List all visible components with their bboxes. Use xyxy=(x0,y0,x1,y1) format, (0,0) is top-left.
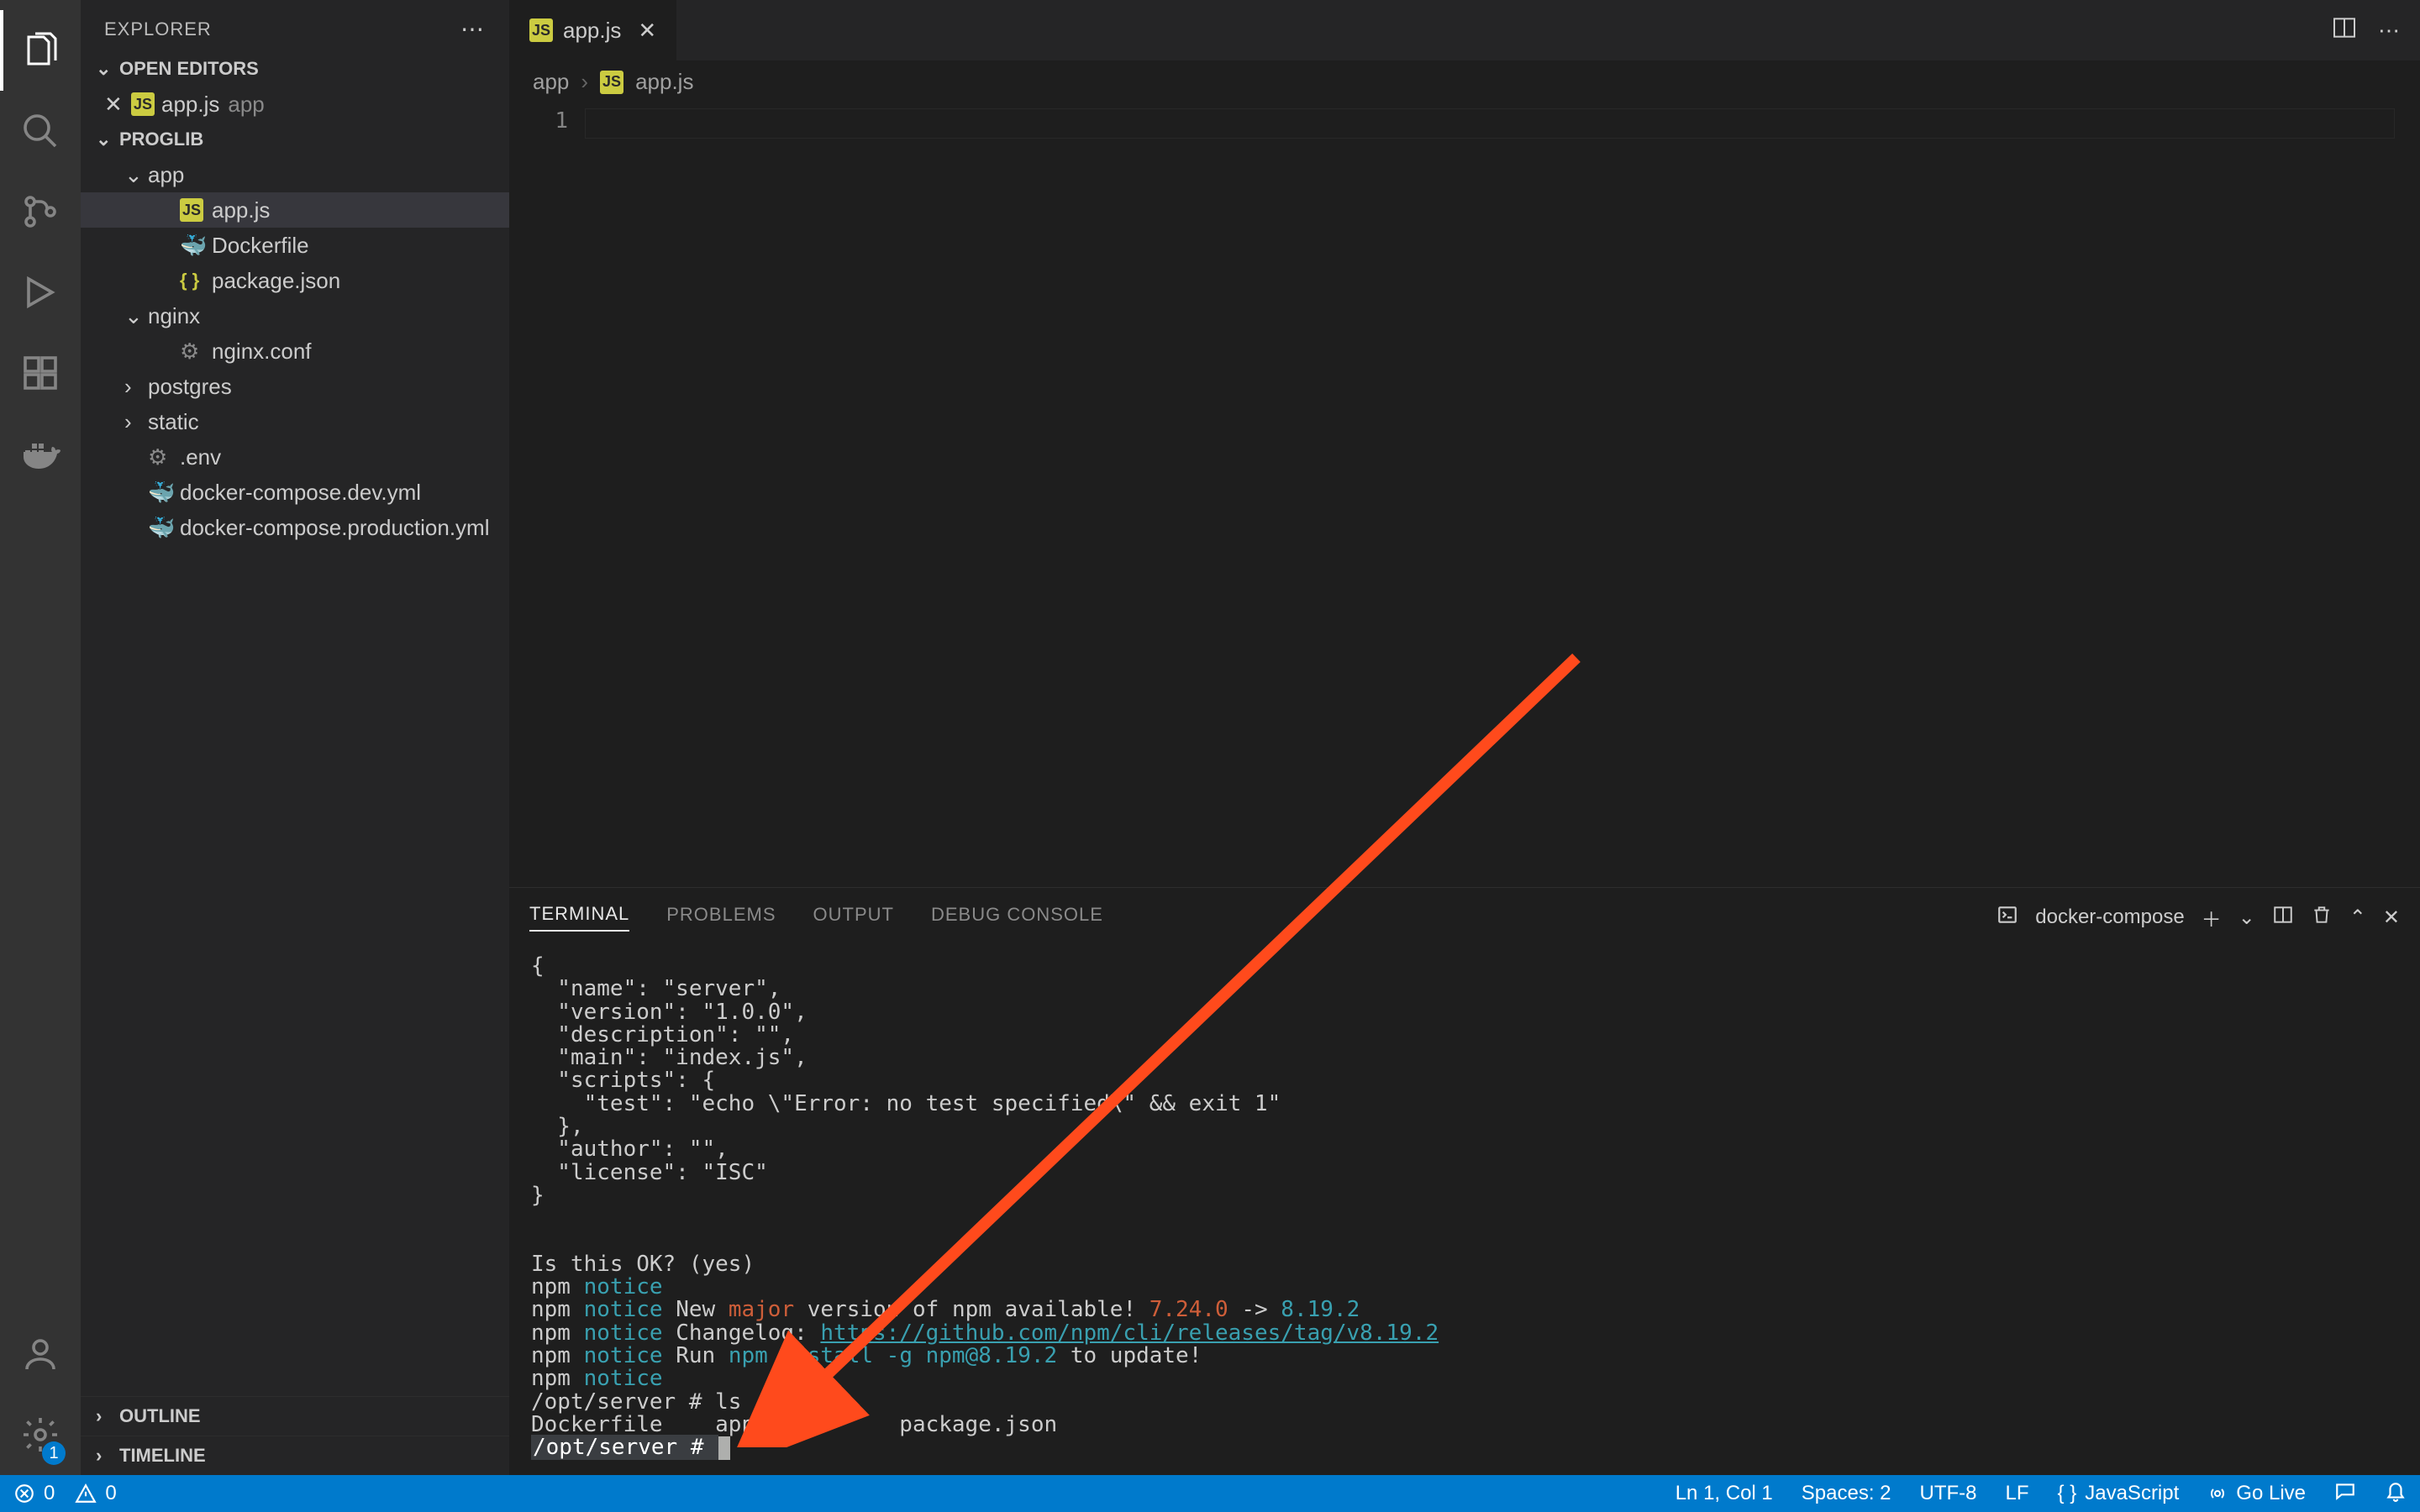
outline-header[interactable]: ›OUTLINE xyxy=(81,1396,509,1436)
explorer-icon[interactable] xyxy=(0,10,81,91)
tree-item-label: Dockerfile xyxy=(212,233,309,259)
chevron-right-icon: › xyxy=(124,374,148,400)
folder-row[interactable]: ›postgres xyxy=(81,369,509,404)
gear-icon: ⚙ xyxy=(148,445,171,469)
chevron-right-icon: › xyxy=(124,409,148,435)
close-icon[interactable]: ✕ xyxy=(104,92,131,118)
tree-item-label: static xyxy=(148,409,199,435)
split-terminal-icon[interactable] xyxy=(2272,904,2294,932)
tree-item-label: nginx xyxy=(148,303,200,329)
code-editor[interactable]: 1 xyxy=(509,103,2420,887)
extensions-icon[interactable] xyxy=(0,333,81,413)
status-warnings[interactable]: 0 xyxy=(75,1482,116,1505)
docker-icon[interactable] xyxy=(0,413,81,494)
file-row[interactable]: 🐳 docker-compose.dev.yml xyxy=(81,475,509,510)
open-editors-header[interactable]: ⌄OPEN EDITORS xyxy=(81,51,509,87)
tree-item-label: app.js xyxy=(212,197,270,223)
js-file-icon: JS xyxy=(600,71,623,94)
tree-item-label: docker-compose.production.yml xyxy=(180,515,490,541)
file-row[interactable]: 🐳 Dockerfile xyxy=(81,228,509,263)
maximize-panel-icon[interactable]: ⌃ xyxy=(2349,906,2366,930)
settings-gear-icon[interactable]: 1 xyxy=(0,1394,81,1475)
tab-debug-console[interactable]: DEBUG CONSOLE xyxy=(931,904,1103,931)
file-row[interactable]: ⚙ .env xyxy=(81,439,509,475)
file-tree: ⌄appJSapp.js🐳Dockerfile{ }package.json⌄n… xyxy=(81,157,509,545)
tab-problems[interactable]: PROBLEMS xyxy=(666,904,776,931)
tree-item-label: postgres xyxy=(148,374,232,400)
status-bar: 0 0 Ln 1, Col 1 Spaces: 2 UTF-8 LF { }Ja… xyxy=(0,1475,2420,1512)
chevron-down-icon: ⌄ xyxy=(124,303,148,329)
workspace-header[interactable]: ⌄PROGLIB xyxy=(81,122,509,157)
tab-label: app.js xyxy=(563,18,621,44)
js-file-icon: JS xyxy=(131,92,155,116)
tab-terminal[interactable]: TERMINAL xyxy=(529,903,629,932)
panel-tabs: TERMINAL PROBLEMS OUTPUT DEBUG CONSOLE d… xyxy=(509,888,2420,947)
search-icon[interactable] xyxy=(0,91,81,171)
status-lncol[interactable]: Ln 1, Col 1 xyxy=(1676,1482,1773,1505)
tab-more-icon[interactable]: ⋯ xyxy=(2378,18,2400,44)
accounts-icon[interactable] xyxy=(0,1314,81,1394)
chevron-down-icon: ⌄ xyxy=(124,162,148,188)
tree-item-label: app xyxy=(148,162,184,188)
sidebar-more-icon[interactable]: ⋯ xyxy=(460,15,486,43)
terminal-task-name[interactable]: docker-compose xyxy=(2035,906,2184,929)
activity-bar: 1 xyxy=(0,0,81,1475)
file-name: app.js xyxy=(161,92,219,118)
tree-item-label: .env xyxy=(180,444,221,470)
tab-output[interactable]: OUTPUT xyxy=(813,904,894,931)
status-language[interactable]: { }JavaScript xyxy=(2058,1482,2180,1505)
status-feedback-icon[interactable] xyxy=(2334,1480,2356,1508)
timeline-header[interactable]: ›TIMELINE xyxy=(81,1436,509,1475)
close-panel-icon[interactable]: ✕ xyxy=(2383,906,2400,930)
terminal-output[interactable]: { "name": "server", "version": "1.0.0", … xyxy=(509,947,2420,1475)
status-errors[interactable]: 0 xyxy=(13,1482,55,1505)
active-line-highlight xyxy=(585,108,2395,139)
settings-badge: 1 xyxy=(42,1441,66,1465)
main-area: JS app.js ✕ ⋯ app › JS app.js 1 xyxy=(509,0,2420,1475)
open-editors-list: ✕ JS app.js app xyxy=(81,87,509,122)
kill-terminal-icon[interactable] xyxy=(2311,904,2333,932)
js-file-icon: JS xyxy=(529,18,553,42)
run-debug-icon[interactable] xyxy=(0,252,81,333)
status-eol[interactable]: LF xyxy=(2006,1482,2029,1505)
docker-icon: 🐳 xyxy=(148,480,171,504)
bottom-panel: TERMINAL PROBLEMS OUTPUT DEBUG CONSOLE d… xyxy=(509,887,2420,1475)
status-encoding[interactable]: UTF-8 xyxy=(1920,1482,1977,1505)
docker-icon: 🐳 xyxy=(180,234,203,257)
sidebar: EXPLORER ⋯ ⌄OPEN EDITORS ✕ JS app.js app… xyxy=(81,0,509,1475)
tree-item-label: package.json xyxy=(212,268,340,294)
terminal-dropdown-icon[interactable]: ⌄ xyxy=(2238,906,2255,930)
sidebar-title: EXPLORER ⋯ xyxy=(81,0,509,51)
status-bell-icon[interactable] xyxy=(2385,1480,2407,1508)
breadcrumbs[interactable]: app › JS app.js xyxy=(509,60,2420,103)
breadcrumb-folder[interactable]: app xyxy=(533,69,569,95)
tree-item-label: docker-compose.dev.yml xyxy=(180,480,421,506)
breadcrumb-separator: › xyxy=(581,69,588,95)
terminal-task-icon xyxy=(1996,904,2018,932)
file-row[interactable]: { } package.json xyxy=(81,263,509,298)
file-row[interactable]: 🐳 docker-compose.production.yml xyxy=(81,510,509,545)
file-row[interactable]: JS app.js xyxy=(81,192,509,228)
close-tab-icon[interactable]: ✕ xyxy=(638,18,656,44)
editor-tab[interactable]: JS app.js ✕ xyxy=(509,0,677,60)
js-file-icon: JS xyxy=(180,198,203,222)
json-icon: { } xyxy=(180,269,203,292)
open-editor-item[interactable]: ✕ JS app.js app xyxy=(81,87,509,122)
gear-icon: ⚙ xyxy=(180,339,203,363)
file-dir: app xyxy=(228,92,264,118)
split-editor-icon[interactable] xyxy=(2331,14,2358,47)
folder-row[interactable]: ›static xyxy=(81,404,509,439)
docker-icon: 🐳 xyxy=(148,516,171,539)
tree-item-label: nginx.conf xyxy=(212,339,312,365)
line-gutter: 1 xyxy=(509,103,585,887)
file-row[interactable]: ⚙ nginx.conf xyxy=(81,333,509,369)
editor-tabs: JS app.js ✕ ⋯ xyxy=(509,0,2420,60)
folder-row[interactable]: ⌄nginx xyxy=(81,298,509,333)
new-terminal-icon[interactable]: ＋ xyxy=(2202,903,2222,932)
status-spaces[interactable]: Spaces: 2 xyxy=(1802,1482,1891,1505)
source-control-icon[interactable] xyxy=(0,171,81,252)
status-golive[interactable]: Go Live xyxy=(2207,1482,2306,1505)
breadcrumb-file[interactable]: app.js xyxy=(635,69,693,95)
folder-row[interactable]: ⌄app xyxy=(81,157,509,192)
